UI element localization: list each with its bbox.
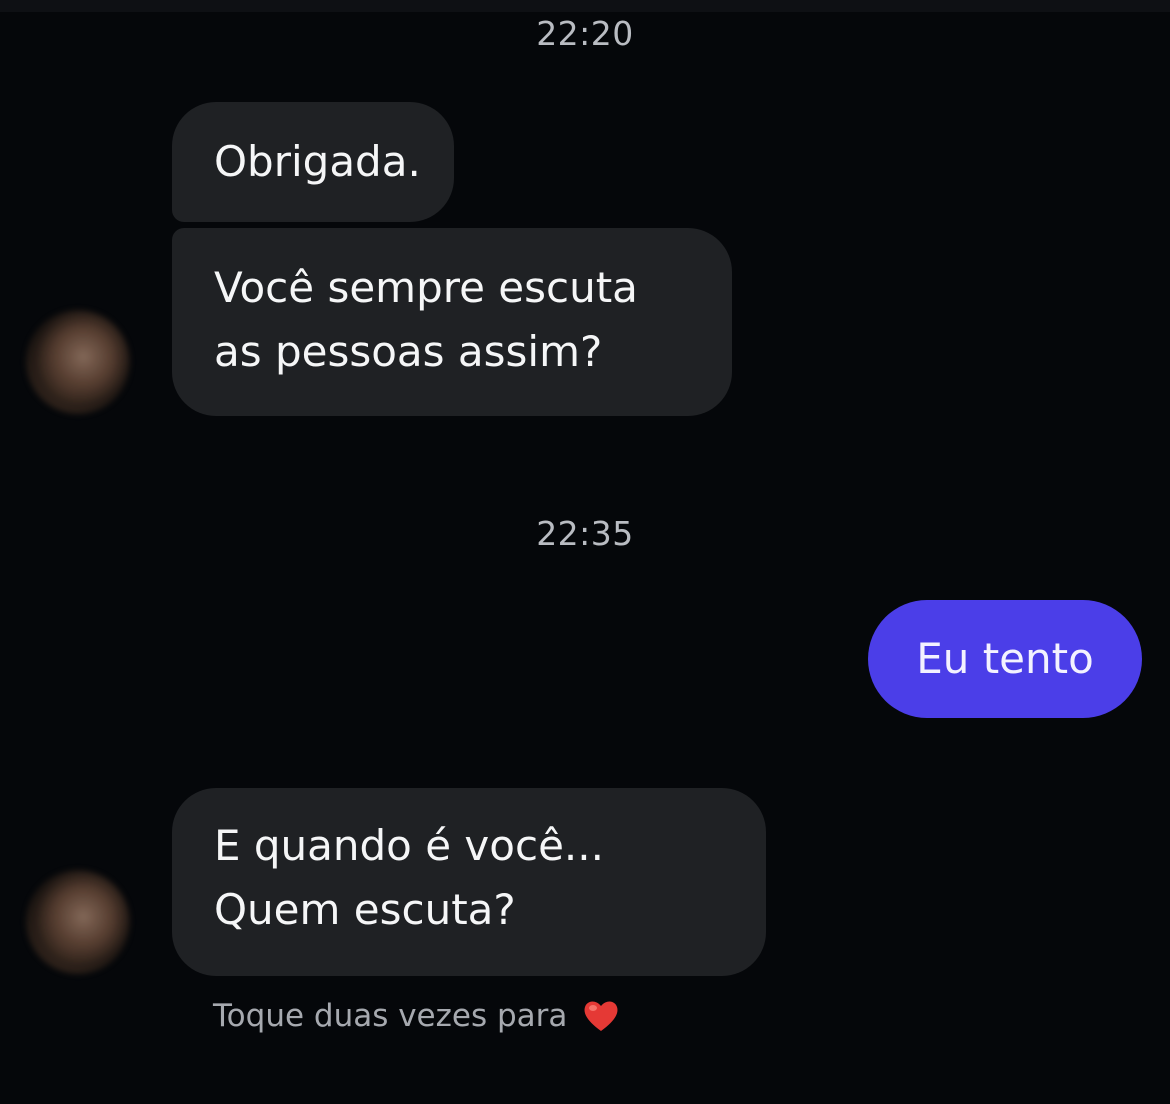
- double-tap-hint: Toque duas vezes para: [213, 996, 621, 1036]
- message-text: E quando é você... Quem escuta?: [214, 821, 604, 934]
- message-text: Eu tento: [916, 634, 1094, 683]
- message-text: Obrigada.: [214, 137, 421, 186]
- message-bubble-outgoing[interactable]: Eu tento: [868, 600, 1142, 718]
- contact-avatar[interactable]: [26, 310, 130, 414]
- message-bubble-incoming[interactable]: Você sempre escuta as pessoas assim?: [172, 228, 732, 416]
- timestamp-2: 22:35: [536, 514, 634, 553]
- message-text: Você sempre escuta as pessoas assim?: [214, 263, 638, 376]
- hint-text: Toque duas vezes para: [213, 998, 568, 1034]
- heart-icon[interactable]: [581, 996, 621, 1036]
- contact-avatar[interactable]: [26, 870, 130, 974]
- top-edge: [0, 0, 1170, 12]
- message-bubble-incoming[interactable]: E quando é você... Quem escuta?: [172, 788, 766, 976]
- message-bubble-incoming[interactable]: Obrigada.: [172, 102, 454, 222]
- timestamp-1: 22:20: [536, 14, 634, 53]
